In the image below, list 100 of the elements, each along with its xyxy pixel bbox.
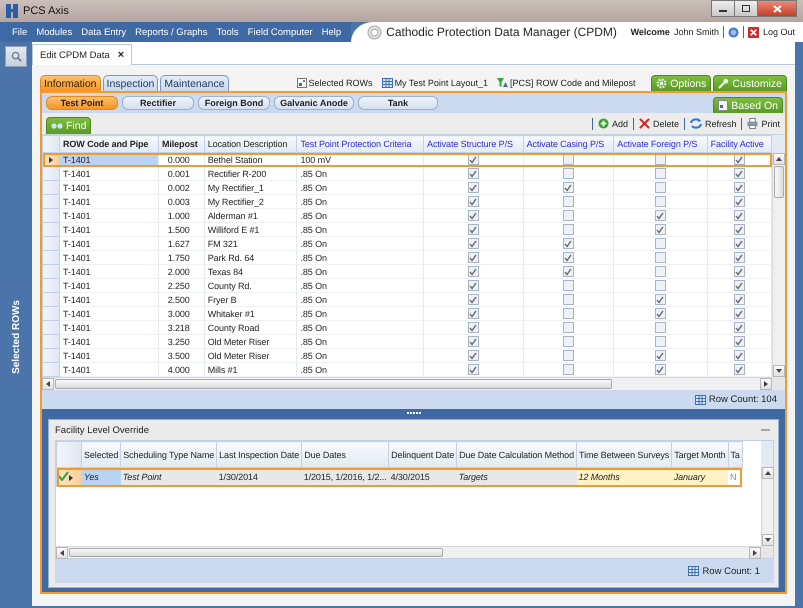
checkbox[interactable] <box>734 308 745 320</box>
module-tab[interactable]: Inspection <box>102 75 158 91</box>
checkbox[interactable] <box>562 294 574 306</box>
checkbox[interactable] <box>468 210 479 222</box>
checkbox[interactable] <box>734 266 745 278</box>
checkbox[interactable] <box>654 364 666 376</box>
menu-item[interactable]: Modules <box>36 26 72 38</box>
table-row[interactable]: T-1401 0.000 Bethel Station 100 mV <box>42 152 772 166</box>
checkbox[interactable] <box>734 364 745 376</box>
module-tab[interactable]: Maintenance <box>160 75 229 91</box>
menu-item[interactable]: File <box>12 26 28 38</box>
checkbox[interactable] <box>562 154 574 166</box>
column-header[interactable]: Test Point Protection Criteria <box>296 136 424 152</box>
checkbox[interactable] <box>562 266 574 278</box>
scroll-right-button[interactable] <box>760 378 772 390</box>
table-row[interactable]: T-1401 2.000 Texas 84 .85 On <box>42 264 772 278</box>
column-header[interactable]: Activate Foreign P/S <box>614 136 708 152</box>
scroll-right-button[interactable] <box>749 547 761 559</box>
column-header[interactable]: Time Between Surveys <box>576 442 672 468</box>
checkbox[interactable] <box>654 224 666 236</box>
scroll-down-button[interactable] <box>773 365 785 377</box>
checkbox[interactable] <box>468 238 479 250</box>
column-header[interactable]: Due Date Calculation Method <box>456 442 576 468</box>
checkbox[interactable] <box>562 252 574 264</box>
vertical-scrollbar[interactable] <box>772 153 785 377</box>
checkbox[interactable] <box>468 308 479 320</box>
column-header[interactable]: ROW Code and Pipe <box>60 136 158 152</box>
scroll-up-button[interactable] <box>773 153 785 165</box>
row-header[interactable] <box>42 152 60 166</box>
context-label[interactable]: My Test Point Layout_1 <box>394 78 488 88</box>
checkbox[interactable] <box>654 280 666 292</box>
checkbox[interactable] <box>654 238 666 250</box>
menu-item[interactable]: Reports / Graphs <box>135 26 208 38</box>
column-header[interactable]: Selected <box>82 442 121 468</box>
facility-tab[interactable]: Foreign Bond <box>198 96 270 110</box>
checkbox[interactable] <box>562 350 574 362</box>
checkbox[interactable] <box>562 364 574 376</box>
checkbox[interactable] <box>562 308 574 320</box>
checkbox[interactable] <box>654 336 666 348</box>
table-row[interactable]: T-1401 3.500 Old Meter Riser .85 On <box>42 348 772 362</box>
menu-item[interactable]: Field Computer <box>248 26 313 38</box>
checkbox[interactable] <box>654 266 666 278</box>
checkbox[interactable] <box>562 224 574 236</box>
checkbox[interactable] <box>562 238 574 250</box>
module-tab[interactable]: Information <box>40 75 101 91</box>
table-row[interactable]: T-1401 1.750 Park Rd. 64 .85 On <box>42 250 772 264</box>
row-header[interactable] <box>56 468 82 486</box>
table-row[interactable]: T-1401 1.500 Williford E #1 .85 On <box>42 222 772 236</box>
table-row[interactable]: T-1401 3.218 County Road .85 On <box>42 320 772 334</box>
checkbox[interactable] <box>734 294 745 306</box>
checkbox[interactable] <box>654 168 666 180</box>
checkbox[interactable] <box>654 308 666 320</box>
checkbox[interactable] <box>654 322 666 334</box>
column-header[interactable]: Last Inspection Date <box>216 442 302 468</box>
context-label[interactable]: [PCS] ROW Code and Milepost <box>510 78 636 88</box>
close-button[interactable] <box>757 0 797 17</box>
help-icon[interactable] <box>728 26 739 38</box>
close-tab-button[interactable]: × <box>118 49 124 61</box>
checkbox[interactable] <box>734 322 745 334</box>
column-header[interactable]: Ta <box>728 442 742 468</box>
column-header[interactable]: Activate Structure P/S <box>424 136 524 152</box>
menu-item[interactable]: Tools <box>216 26 239 38</box>
vertical-scrollbar[interactable] <box>761 467 773 546</box>
document-tab[interactable]: Edit CPDM Data × <box>32 44 132 65</box>
checkbox[interactable] <box>734 252 745 264</box>
scroll-up-button[interactable] <box>762 467 774 479</box>
context-label[interactable]: Selected ROWs <box>308 78 373 88</box>
checkbox[interactable] <box>468 182 479 194</box>
column-header[interactable]: Target Month <box>672 442 728 468</box>
checkbox[interactable] <box>734 182 745 194</box>
checkbox[interactable] <box>468 196 479 208</box>
facility-tab[interactable]: Test Point <box>46 96 118 110</box>
table-row[interactable]: T-1401 3.250 Old Meter Riser .85 On <box>42 334 772 348</box>
table-row[interactable]: T-1401 3.000 Whitaker #1 .85 On <box>42 306 772 320</box>
column-header[interactable]: Delinquent Date <box>388 442 457 468</box>
horizontal-scrollbar[interactable] <box>56 546 761 558</box>
checkbox[interactable] <box>562 168 574 180</box>
checkbox[interactable] <box>468 294 479 306</box>
checkbox[interactable] <box>734 350 745 362</box>
table-row[interactable]: T-1401 1.627 FM 321 .85 On <box>42 236 772 250</box>
table-row[interactable]: T-1401 0.002 My Rectifier_1 .85 On <box>42 180 772 194</box>
sidebar-label[interactable]: Selected ROWs <box>10 300 22 374</box>
column-header[interactable]: Milepost <box>158 136 204 152</box>
checkbox[interactable] <box>734 336 745 348</box>
horizontal-scrollbar[interactable] <box>42 377 772 390</box>
checkbox[interactable] <box>654 154 666 166</box>
scroll-down-button[interactable] <box>762 534 774 546</box>
checkbox[interactable] <box>654 350 666 362</box>
scroll-left-button[interactable] <box>56 547 68 559</box>
checkbox[interactable] <box>468 336 479 348</box>
table-row[interactable]: Yes Test Point 1/30/2014 1/2015, 1/2016, 1/2... 4/30/2015 Targets 12 Months January N <box>56 468 742 486</box>
checkbox[interactable] <box>468 154 479 166</box>
checkbox[interactable] <box>468 224 479 236</box>
checkbox[interactable] <box>468 280 479 292</box>
checkbox[interactable] <box>734 238 745 250</box>
facility-tab[interactable]: Tank <box>358 96 438 110</box>
scroll-thumb[interactable] <box>55 379 612 389</box>
checkbox[interactable] <box>468 266 479 278</box>
table-row[interactable]: T-1401 1.000 Alderman #1 .85 On <box>42 208 772 222</box>
checkbox[interactable] <box>734 154 745 166</box>
